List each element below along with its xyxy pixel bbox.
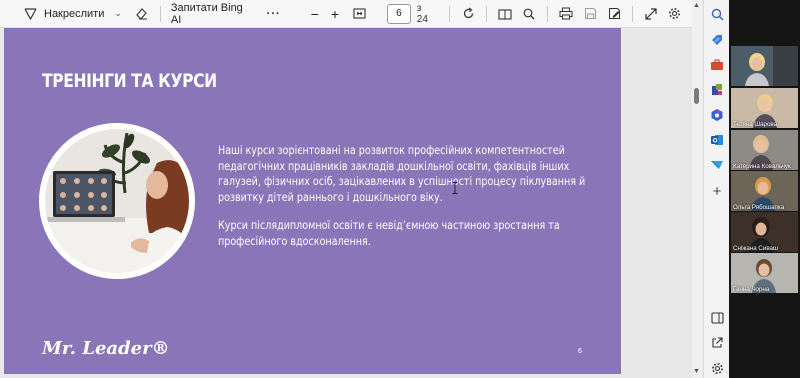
pdf-toolbar: Накреслити ⌄ Запитати Bing AI ··· − + 6 … [0,0,695,28]
slide-title: ТРЕНІНГИ ТА КУРСИ [42,70,217,92]
draw-label: Накреслити [44,7,105,20]
scroll-up-icon[interactable]: ▲ [693,2,700,9]
participant-name: Ганна Чорна [733,286,770,293]
print-icon [558,6,574,22]
outlook-icon[interactable]: O [709,132,725,148]
gear-icon [667,6,683,22]
send-icon[interactable] [709,157,725,173]
toolbar-divider [547,5,548,22]
fit-page-button[interactable] [347,3,371,25]
participant-name: Ольга Рябошапка [733,204,785,211]
save-as-icon [606,6,622,22]
more-options-icon[interactable]: ··· [263,3,285,25]
ask-bing-label: Запитати Bing AI [170,1,243,26]
rotate-button[interactable] [456,3,480,25]
video-call-photo [39,123,195,279]
split-view-icon[interactable] [709,310,725,326]
scroll-down-icon[interactable]: ▼ [693,368,700,375]
erase-button[interactable] [130,3,154,25]
save-as-button[interactable] [602,3,626,25]
external-link-icon[interactable] [709,335,725,351]
zoom-out-icon[interactable]: − [307,3,323,25]
page-count: з 24 [416,2,428,25]
document-viewport[interactable]: ТРЕНІНГИ ТА КУРСИ Наші курси зорієнтован… [0,28,692,378]
slide-paragraph-2: Курси післядипломної освіти є невід’ємно… [218,218,560,248]
slide-page-number: 6 [578,348,582,355]
games-icon[interactable] [709,82,725,98]
search-icon [521,6,537,22]
save-icon [582,6,598,22]
video-call-panel: Тетяна Шарова Катерина Ковальчук Ольга Р… [729,0,800,378]
settings-button[interactable] [663,3,687,25]
briefcase-icon[interactable] [709,57,725,73]
search-button[interactable] [517,3,541,25]
vertical-scrollbar[interactable] [692,0,702,378]
draw-button[interactable]: Накреслити ⌄ [18,3,126,25]
slide-body-text: Наші курси зорієнтовані на розвиток проф… [218,143,596,262]
fullscreen-button[interactable] [639,3,663,25]
zoom-in-icon[interactable]: + [327,3,343,25]
participant-tile[interactable]: Сніжана Сиваш [731,212,798,252]
scrollbar-thumb[interactable] [694,88,699,104]
participant-name: Тетяна Шарова [733,121,778,128]
page-view-icon [497,6,513,22]
tag-icon[interactable] [709,32,725,48]
office-icon[interactable] [709,107,725,123]
gear-icon[interactable] [709,360,725,376]
rotate-icon [460,6,476,22]
expand-icon [643,6,659,22]
toolbar-divider [632,5,633,22]
ask-bing-button[interactable]: Запитати Bing AI [167,1,259,26]
toolbar-divider [159,5,161,22]
add-icon[interactable]: + [709,183,725,200]
participant-tile[interactable]: Ольга Рябошапка [731,171,798,211]
chevron-down-icon[interactable]: ⌄ [114,8,122,19]
print-button[interactable] [554,3,578,25]
eraser-icon [134,6,150,22]
participant-tile[interactable] [731,46,798,86]
slide-page: ТРЕНІНГИ ТА КУРСИ Наші курси зорієнтован… [4,28,621,374]
save-button[interactable] [578,3,602,25]
brand-logo: Mr. Leader® [42,338,170,359]
svg-text:O: O [713,138,718,145]
browser-sidebar: O + [703,0,729,378]
page-view-button[interactable] [493,3,517,25]
draw-icon [22,6,38,22]
participant-name: Сніжана Сиваш [733,245,778,252]
participant-name: Катерина Ковальчук [733,163,791,170]
participant-tile[interactable]: Катерина Ковальчук [731,130,798,170]
search-icon[interactable] [709,6,725,22]
slide-paragraph-1: Наші курси зорієнтовані на розвиток проф… [218,143,586,204]
page-number-input[interactable]: 6 [387,3,411,24]
participant-tile[interactable]: Тетяна Шарова [731,88,798,128]
toolbar-divider [486,5,488,22]
fit-page-icon [351,6,367,22]
toolbar-divider [449,5,451,22]
participant-tile[interactable]: Ганна Чорна [731,253,798,293]
text-cursor-icon [452,181,458,194]
